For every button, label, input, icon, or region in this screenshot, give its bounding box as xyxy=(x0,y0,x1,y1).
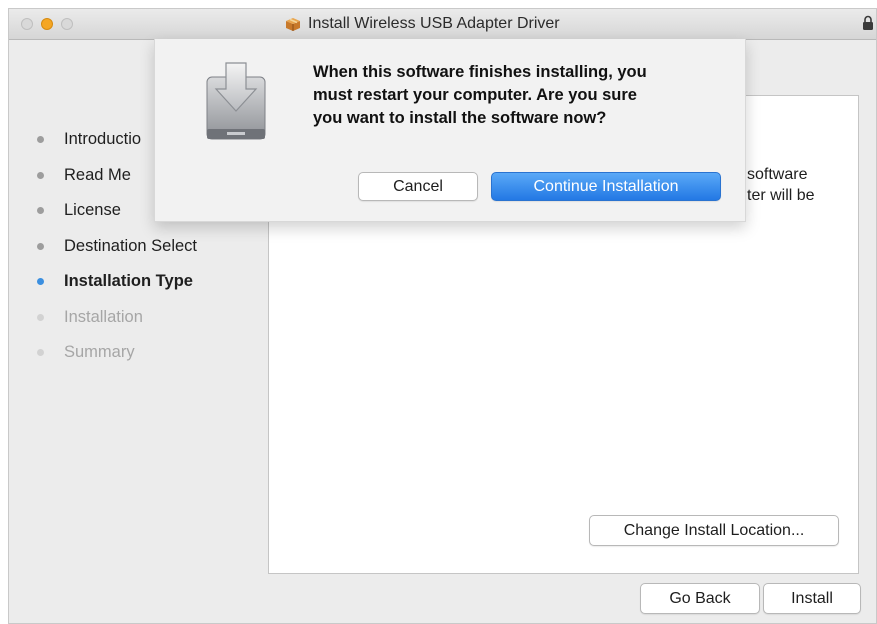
step-bullet xyxy=(37,242,44,250)
step-label: Summary xyxy=(64,343,135,362)
dialog-message-line: you want to install the software now? xyxy=(313,109,607,127)
step-label: Introductio xyxy=(64,130,142,149)
lock-icon[interactable] xyxy=(862,15,874,31)
step-installation-type: Installation Type xyxy=(31,264,271,300)
description-line: ter will be xyxy=(747,187,815,204)
package-icon xyxy=(286,18,300,31)
step-bullet xyxy=(37,136,44,144)
step-bullet xyxy=(37,313,44,321)
zoom-window-button[interactable] xyxy=(61,18,73,30)
step-label: Destination Select xyxy=(64,236,197,255)
dialog-message: When this software finishes installing, … xyxy=(313,61,723,130)
title-bar[interactable]: Install Wireless USB Adapter Driver xyxy=(9,9,876,40)
window-title-group: Install Wireless USB Adapter Driver xyxy=(285,14,560,34)
disk-install-icon xyxy=(206,62,266,140)
step-label: Read Me xyxy=(64,165,131,184)
continue-installation-button[interactable]: Continue Installation xyxy=(491,172,721,201)
step-bullet-active xyxy=(37,278,44,286)
change-install-location-button[interactable]: Change Install Location... xyxy=(589,515,839,546)
restart-confirmation-sheet: When this software finishes installing, … xyxy=(154,39,746,222)
window-title: Install Wireless USB Adapter Driver xyxy=(308,15,560,32)
step-bullet xyxy=(37,207,44,215)
minimize-window-button[interactable] xyxy=(41,18,53,30)
step-installation: Installation xyxy=(31,300,271,336)
installation-type-description: software ter will be xyxy=(747,164,815,206)
step-label: Installation Type xyxy=(64,272,193,291)
step-bullet xyxy=(37,349,44,357)
step-label: License xyxy=(64,201,121,220)
step-destination-select: Destination Select xyxy=(31,229,271,265)
close-window-button[interactable] xyxy=(21,18,33,30)
install-button[interactable]: Install xyxy=(763,583,861,614)
description-line: software xyxy=(747,166,808,183)
installer-window: Install Wireless USB Adapter Driver Intr… xyxy=(8,8,877,624)
go-back-button[interactable]: Go Back xyxy=(640,583,760,614)
step-bullet xyxy=(37,171,44,179)
cancel-button[interactable]: Cancel xyxy=(358,172,478,201)
dialog-message-line: When this software finishes installing, … xyxy=(313,63,647,81)
step-label: Installation xyxy=(64,307,143,326)
step-summary: Summary xyxy=(31,335,271,371)
dialog-message-line: must restart your computer. Are you sure xyxy=(313,86,637,104)
